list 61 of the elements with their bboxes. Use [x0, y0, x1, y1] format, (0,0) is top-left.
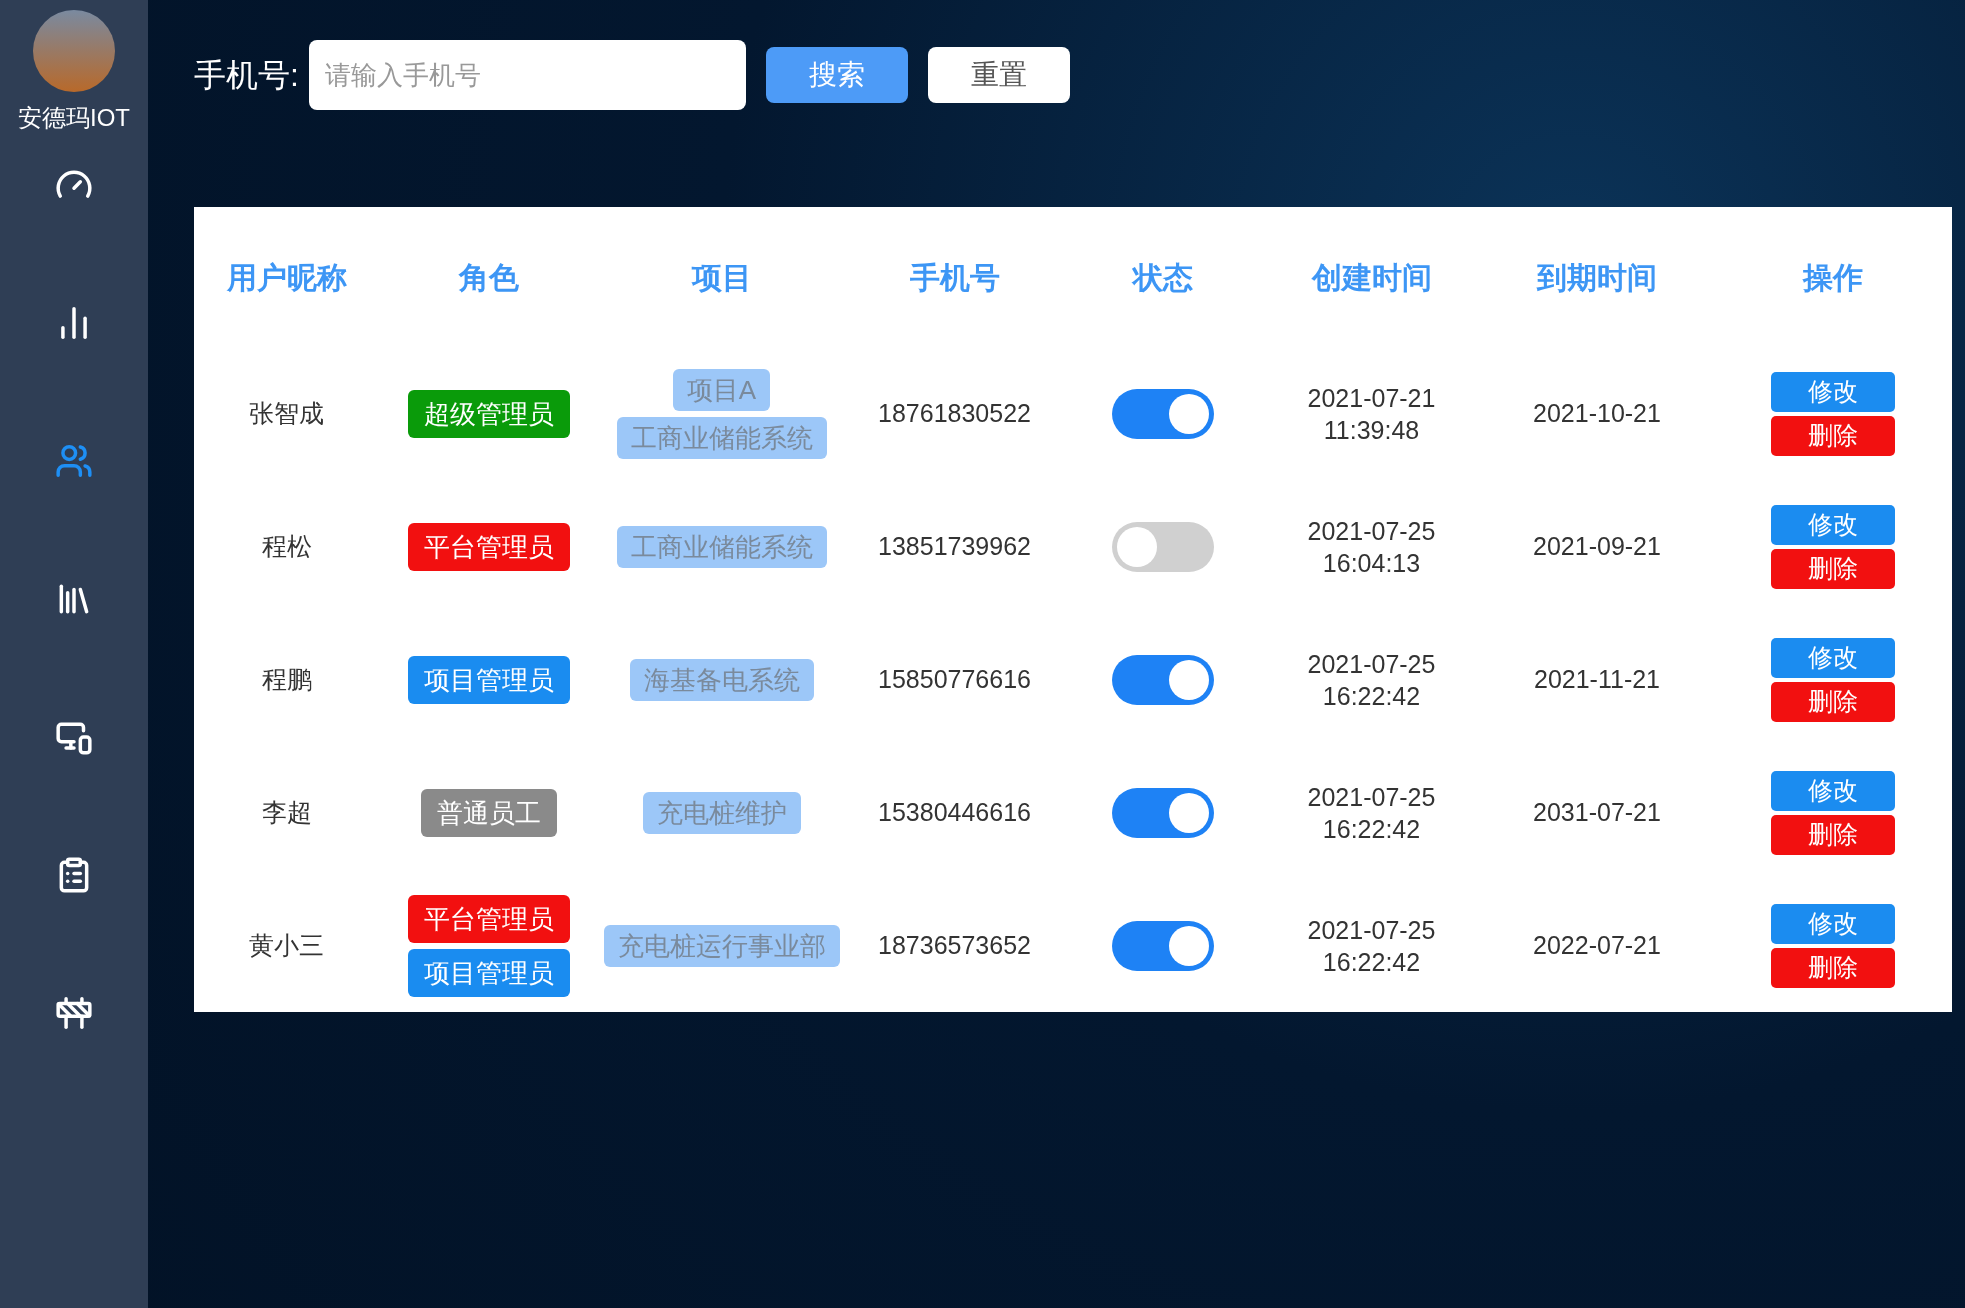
column-header: 状态: [1133, 259, 1193, 296]
created-time-cell-text: 2021-07-25 16:22:42: [1306, 781, 1437, 845]
expiry-date-cell-text: 2021-10-21: [1533, 397, 1661, 429]
role-tag: 普通员工: [420, 788, 557, 837]
column-header: 手机号: [909, 259, 1000, 296]
edit-button[interactable]: 修改: [1770, 637, 1895, 678]
expiry-date-cell-text: 2031-07-21: [1533, 796, 1661, 828]
delete-button[interactable]: 删除: [1770, 415, 1895, 456]
phone-cell-text: 13851739962: [878, 530, 1031, 562]
delete-button[interactable]: 删除: [1770, 548, 1895, 589]
phone-cell-text: 15380446616: [878, 796, 1031, 828]
column-header: 角色: [458, 259, 519, 296]
edit-button[interactable]: 修改: [1770, 371, 1895, 412]
nickname-cell-text: 黄小三: [249, 929, 324, 961]
column-header: 操作: [1802, 259, 1863, 296]
column-header: 项目: [691, 259, 752, 296]
edit-button[interactable]: 修改: [1770, 903, 1895, 944]
created-time-cell-text: 2021-07-25 16:04:13: [1306, 515, 1437, 579]
column-header: 用户昵称: [226, 259, 347, 296]
nickname-cell-text: 张智成: [249, 397, 324, 429]
nickname-cell-text: 程鹏: [261, 663, 312, 695]
edit-button[interactable]: 修改: [1770, 504, 1895, 545]
expiry-date-cell-text: 2021-09-21: [1533, 530, 1661, 562]
column-header: 创建时间: [1311, 259, 1432, 296]
nickname-cell-text: 程松: [261, 530, 312, 562]
status-toggle[interactable]: [1112, 388, 1214, 439]
users-icon[interactable]: [55, 442, 93, 480]
role-tag: 项目管理员: [407, 948, 570, 997]
status-toggle[interactable]: [1112, 787, 1214, 838]
delete-button[interactable]: 删除: [1770, 947, 1895, 988]
project-tag: 海基备电系统: [629, 658, 814, 701]
created-time-cell-text: 2021-07-21 11:39:48: [1306, 382, 1437, 446]
role-tag: 平台管理员: [407, 522, 570, 571]
project-tag: 工商业储能系统: [616, 525, 827, 568]
phone-cell-text: 15850776616: [878, 663, 1031, 695]
expiry-date-cell-text: 2021-11-21: [1534, 663, 1660, 695]
expiry-date-cell-text: 2022-07-21: [1533, 929, 1661, 961]
edit-button[interactable]: 修改: [1770, 770, 1895, 811]
delete-button[interactable]: 删除: [1770, 814, 1895, 855]
status-toggle[interactable]: [1112, 654, 1214, 705]
column-header: 到期时间: [1537, 259, 1657, 296]
role-tag: 超级管理员: [407, 389, 570, 438]
reset-button[interactable]: 重置: [927, 47, 1070, 103]
project-tag: 充电桩运行事业部: [603, 924, 840, 967]
phone-label: 手机号:: [194, 56, 299, 95]
search-button[interactable]: 搜索: [765, 47, 908, 103]
status-toggle[interactable]: [1112, 521, 1214, 572]
delete-button[interactable]: 删除: [1770, 681, 1895, 722]
project-tag: 工商业储能系统: [616, 416, 827, 459]
brand-name: 安德玛IOT: [18, 103, 130, 133]
project-tag: 项目A: [672, 368, 771, 411]
phone-cell-text: 18736573652: [878, 929, 1031, 961]
created-time-cell-text: 2021-07-25 16:22:42: [1306, 648, 1437, 712]
status-toggle[interactable]: [1112, 920, 1214, 971]
nickname-cell-text: 李超: [261, 796, 312, 828]
phone-input-field[interactable]: 请输入手机号: [308, 40, 746, 110]
created-time-cell-text: 2021-07-25 16:22:42: [1306, 914, 1437, 978]
project-tag: 充电桩维护: [642, 791, 801, 834]
phone-cell-text: 18761830522: [878, 397, 1031, 429]
role-tag: 项目管理员: [407, 655, 570, 704]
role-tag: 平台管理员: [407, 894, 570, 943]
